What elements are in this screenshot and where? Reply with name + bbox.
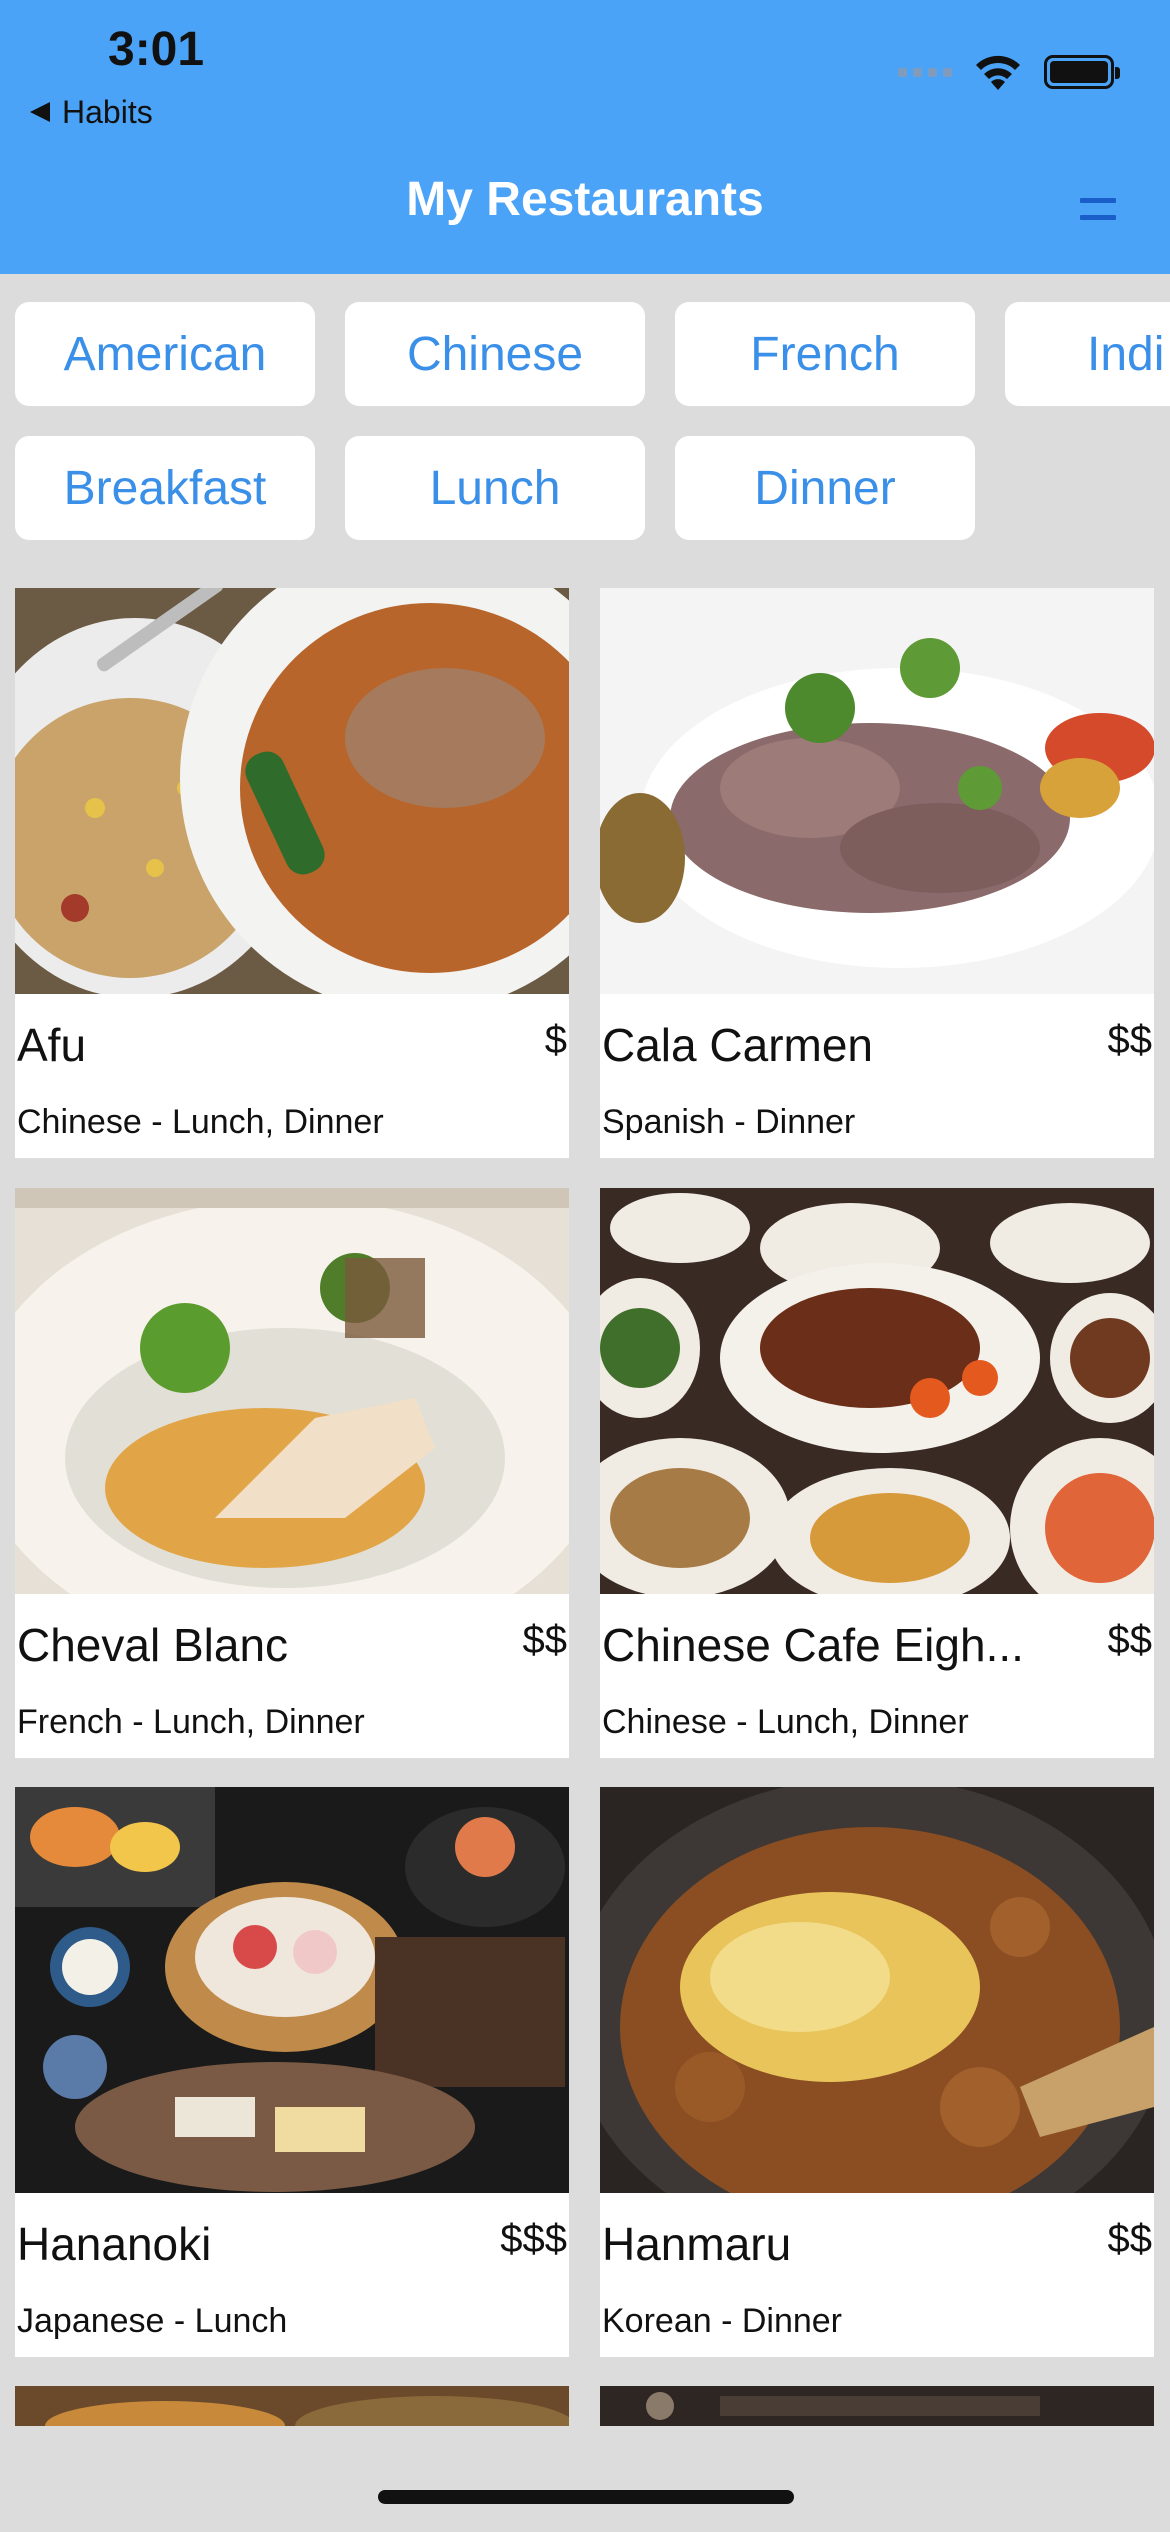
restaurant-description: French - Lunch, Dinner <box>17 1703 365 1741</box>
restaurant-name: Hanmaru <box>602 2218 792 2270</box>
restaurant-name: Hananoki <box>17 2218 212 2270</box>
restaurant-description: Chinese - Lunch, Dinner <box>602 1703 969 1741</box>
filter-chip-indian[interactable]: Indi <box>1005 302 1170 406</box>
filter-chips: American Chinese French Indi Breakfast L… <box>0 274 1170 574</box>
status-time: 3:01 <box>108 23 205 76</box>
filter-chip-breakfast[interactable]: Breakfast <box>15 436 315 540</box>
app-screen: 3:01 Habits My Restaurants American Chin… <box>0 0 1170 2532</box>
restaurant-name: Cheval Blanc <box>17 1619 289 1671</box>
restaurant-card-chinese-cafe-eight[interactable]: Chinese Cafe Eigh... $$ Chinese - Lunch,… <box>600 1188 1154 1758</box>
restaurant-description: Korean - Dinner <box>602 2302 843 2340</box>
restaurant-photo <box>600 2386 1154 2426</box>
restaurant-name: Chinese Cafe Eigh... <box>602 1619 1024 1671</box>
restaurant-price: $$ <box>522 1618 568 1662</box>
restaurant-card-hananoki[interactable]: Hananoki $$$ Japanese - Lunch <box>15 1787 569 2357</box>
filter-chip-lunch[interactable]: Lunch <box>345 436 645 540</box>
menu-icon[interactable] <box>1080 198 1116 220</box>
restaurant-photo <box>15 2386 569 2426</box>
restaurant-card-afu[interactable]: Afu $ Chinese - Lunch, Dinner <box>15 588 569 1158</box>
restaurant-photo <box>15 1188 569 1594</box>
battery-icon <box>1044 55 1120 89</box>
filter-chip-chinese[interactable]: Chinese <box>345 302 645 406</box>
restaurant-photo <box>15 1787 569 2193</box>
restaurant-card-partial[interactable] <box>15 2386 569 2426</box>
filter-chip-french[interactable]: French <box>675 302 975 406</box>
filter-chip-dinner[interactable]: Dinner <box>675 436 975 540</box>
restaurant-description: Japanese - Lunch <box>17 2302 288 2340</box>
restaurant-description: Chinese - Lunch, Dinner <box>17 1103 384 1141</box>
back-app-label: Habits <box>62 93 153 130</box>
status-icons <box>898 52 1120 92</box>
restaurant-photo <box>600 588 1154 994</box>
restaurant-price: $$ <box>1107 1018 1153 1062</box>
back-to-app-button[interactable]: Habits <box>30 92 153 132</box>
restaurant-price: $$$ <box>500 2217 567 2261</box>
restaurant-price: $$ <box>1107 1618 1153 1662</box>
navigation-header: 3:01 Habits My Restaurants <box>0 0 1170 274</box>
restaurant-price: $ <box>544 1018 567 1062</box>
restaurant-photo <box>600 1787 1154 2193</box>
restaurant-card-cheval-blanc[interactable]: Cheval Blanc $$ French - Lunch, Dinner <box>15 1188 569 1758</box>
page-title: My Restaurants <box>406 173 764 226</box>
restaurant-price: $$ <box>1107 2217 1153 2261</box>
restaurant-photo <box>15 588 569 994</box>
back-triangle-icon <box>30 102 50 122</box>
wifi-icon <box>976 55 1020 90</box>
cellular-signal-icon <box>898 67 952 77</box>
filter-chip-american[interactable]: American <box>15 302 315 406</box>
restaurant-description: Spanish - Dinner <box>602 1103 856 1141</box>
restaurant-photo <box>600 1188 1154 1594</box>
restaurant-name: Cala Carmen <box>602 1019 873 1071</box>
restaurant-name: Afu <box>17 1019 87 1071</box>
restaurant-card-partial[interactable] <box>600 2386 1154 2426</box>
restaurant-card-cala-carmen[interactable]: Cala Carmen $$ Spanish - Dinner <box>600 588 1154 1158</box>
restaurant-card-hanmaru[interactable]: Hanmaru $$ Korean - Dinner <box>600 1787 1154 2357</box>
home-indicator[interactable] <box>378 2490 794 2504</box>
